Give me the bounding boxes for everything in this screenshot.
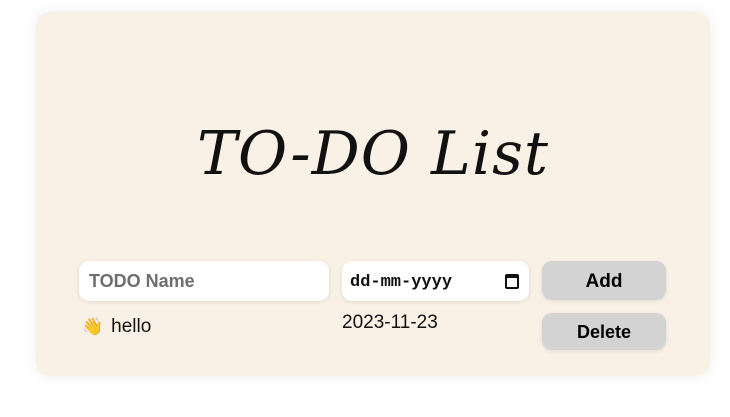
calendar-icon[interactable]: [505, 273, 519, 289]
add-button[interactable]: Add: [542, 261, 666, 300]
todo-date-input[interactable]: dd-mm-yyyy: [342, 261, 529, 301]
page-title: TO-DO List: [197, 119, 549, 189]
delete-button[interactable]: Delete: [542, 313, 666, 350]
todo-name-input[interactable]: [79, 261, 329, 301]
waving-hand-icon: 👋: [82, 317, 104, 336]
todo-item-date: 2023-11-23: [342, 312, 438, 333]
todo-list-item: 👋 hello: [82, 316, 151, 338]
date-input-placeholder: dd-mm-yyyy: [350, 272, 453, 292]
todo-card: TO-DO List dd-mm-yyyy Add 👋 hello 2023-1…: [36, 12, 710, 376]
todo-item-name: hello: [111, 316, 152, 337]
